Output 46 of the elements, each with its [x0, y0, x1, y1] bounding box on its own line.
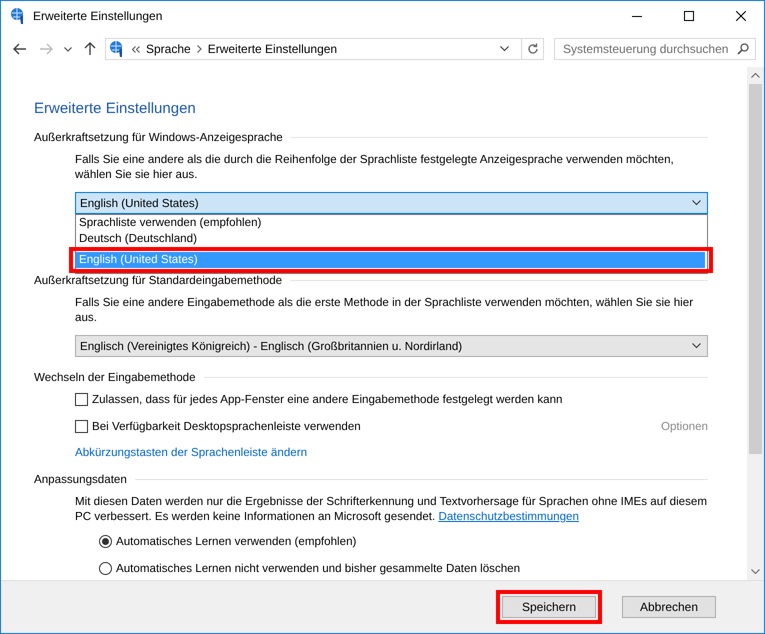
shortcut-keys-link[interactable]: Abkürzungstasten der Sprachenleiste ändern [75, 446, 308, 459]
description-text: Falls Sie eine andere Eingabemethode als die erste Methode in der Sprachliste verwenden möchten, wählen Sie sie hier aus. [75, 295, 694, 325]
address-bar[interactable]: Sprache Erweiterte Einstellungen [105, 38, 544, 60]
description-text: Falls Sie eine andere als die durch die Reihenfolge der Sprachliste festgelegte Anzeigesprache verwenden möchten, wählen Sie sie hier aus. [75, 152, 675, 182]
checkbox[interactable] [75, 393, 88, 406]
privacy-link[interactable]: Datenschutzbestimmungen [438, 510, 579, 523]
section-heading: Außerkraftsetzung für Standardeingabemethode [34, 274, 282, 287]
section-heading: Anpassungsdaten [34, 473, 127, 486]
description-text: Mit diesen Daten werden nur die Ergebnisse der Schrifterkennung und Textvorhersage für Sprachen ohne IMEs auf diesem PC verbessert. Es werden keine Informationen an Microsoft gesendet. Datenschutzbestimmungen [75, 494, 708, 524]
chevron-icon [692, 200, 701, 206]
radio-label[interactable]: Automatisches Lernen nicht verwenden und bisher gesammelte Daten löschen [116, 562, 520, 575]
scroll-up-icon[interactable] [751, 73, 760, 78]
radio-button[interactable] [99, 562, 112, 575]
scroll-down-icon[interactable] [751, 569, 760, 574]
checkbox-label[interactable]: Bei Verfügbarkeit Desktopsprachenleiste verwenden [92, 420, 361, 433]
close-icon [736, 11, 746, 21]
chevron-icon [64, 46, 72, 52]
page-title: Erweiterte Einstellungen [34, 100, 197, 117]
dropdown-option[interactable]: Sprachliste verwenden (empfohlen) [76, 215, 707, 231]
forward-arrow-icon [39, 43, 53, 55]
cancel-button[interactable]: Abbrechen [622, 596, 716, 618]
back-arrow-icon [13, 43, 27, 55]
maximize-icon [684, 11, 694, 21]
breadcrumb-item[interactable]: Sprache [146, 42, 191, 56]
scroll-thumb[interactable] [749, 84, 762, 454]
chevron-icon [500, 46, 508, 52]
dropdown[interactable]: English (United States) [75, 192, 708, 214]
breadcrumb-item[interactable]: Erweiterte Einstellungen [208, 42, 338, 56]
radio-label[interactable]: Automatisches Lernen verwenden (empfohlen) [116, 535, 356, 548]
dropdown[interactable]: Englisch (Vereinigtes Königreich) - Englisch (Großbritannien u. Nordirland) [75, 335, 708, 357]
section-heading: Außerkraftsetzung für Windows-Anzeigesprache [34, 131, 283, 144]
section-heading: Wechseln der Eingabemethode [34, 371, 196, 384]
scrollbar[interactable] [747, 67, 764, 580]
overflow-chevrons-icon [132, 46, 140, 52]
window-title: Erweiterte Einstellungen [33, 9, 164, 23]
checkbox[interactable] [75, 420, 88, 433]
dropdown-option[interactable]: Deutsch (Deutschland) [76, 231, 707, 247]
radio-button[interactable] [99, 535, 112, 548]
breadcrumb-separator-icon [196, 45, 202, 53]
up-arrow-icon [84, 42, 96, 56]
chevron-icon [692, 343, 701, 349]
refresh-icon [526, 43, 538, 55]
search-icon [737, 43, 749, 55]
checkbox-label[interactable]: Zulassen, dass für jedes App-Fenster eine andere Eingabemethode festgelegt werden kann [92, 393, 562, 406]
search-field[interactable]: Systemsteuerung durchsuchen [554, 38, 756, 60]
save-button[interactable]: Speichern [502, 596, 596, 618]
